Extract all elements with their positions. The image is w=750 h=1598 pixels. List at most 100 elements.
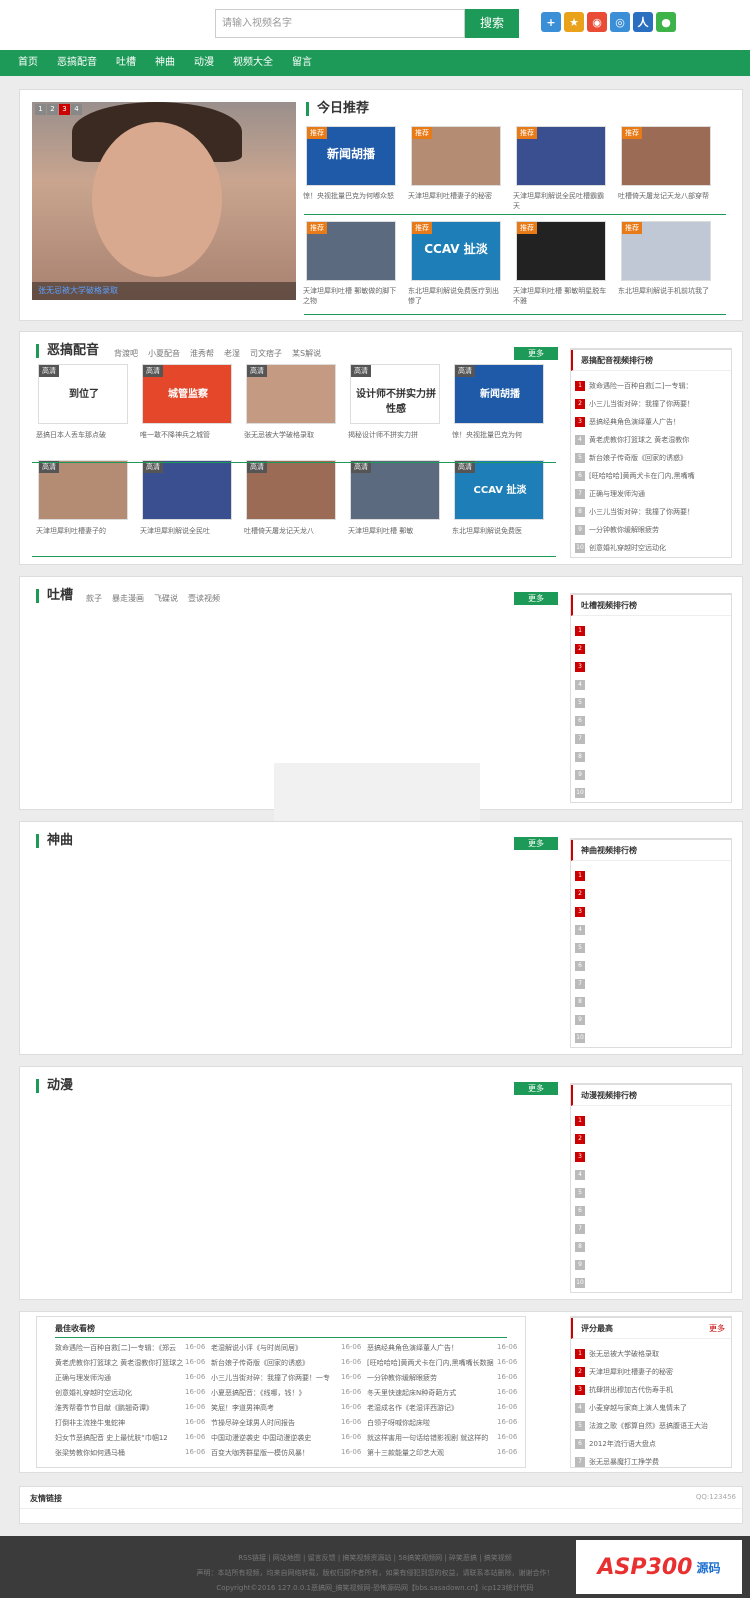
egao-more-button[interactable]: 更多: [514, 347, 558, 360]
rank-title[interactable]: 恶搞经典角色演绎董人广告！: [589, 417, 680, 427]
nav-item-dongman[interactable]: 动漫: [194, 50, 214, 76]
video-thumb[interactable]: 高清: [142, 460, 232, 520]
top-title[interactable]: 天津坦犀利吐槽妻子的秘密: [589, 1367, 673, 1377]
rank-title[interactable]: 致命遇险一百种自救[二]一专辑：: [589, 381, 692, 391]
rank-item[interactable]: 1: [575, 867, 727, 885]
rank-item[interactable]: 3: [575, 1148, 727, 1166]
video-title[interactable]: 天津坦犀利吐槽妻子的秘密: [408, 191, 504, 201]
top-title[interactable]: 法渡之歌《都算自然》恶搞腹语王大治: [589, 1421, 708, 1431]
tag-link[interactable]: 淮秀帮: [190, 348, 214, 359]
video-title[interactable]: 东北坦犀利解说免费医: [452, 526, 548, 536]
video-thumb[interactable]: 高清: [350, 460, 440, 520]
rank-item[interactable]: 8 小三儿当街对碎：我撞了你两要！: [575, 503, 727, 521]
tag-link[interactable]: 款子: [86, 593, 102, 604]
rank-item[interactable]: 9: [575, 766, 727, 784]
rank-item[interactable]: 7: [575, 730, 727, 748]
rank-item[interactable]: 1: [575, 1112, 727, 1130]
top-title[interactable]: 张无忌暴魔打工挣学费: [589, 1457, 659, 1467]
video-title[interactable]: 吐槽倚天屠龙记天龙八: [244, 526, 340, 536]
fav-item[interactable]: 小夏恶搞配音：《线哪，钱！》: [211, 1388, 339, 1398]
rank-item[interactable]: 7: [575, 975, 727, 993]
rank-item[interactable]: 6: [575, 712, 727, 730]
video-thumb[interactable]: 高清 城管监察: [142, 364, 232, 424]
rank-item[interactable]: 4: [575, 676, 727, 694]
search-button[interactable]: 搜索: [465, 9, 519, 38]
rank-item[interactable]: 6: [575, 1202, 727, 1220]
video-thumb[interactable]: 高清: [246, 460, 336, 520]
fav-item[interactable]: 致命遇险一百种自救[二]一专辑：《郑云: [55, 1343, 183, 1353]
rank-item[interactable]: 10: [575, 1274, 727, 1292]
video-title[interactable]: 唯一敢不降神兵之城管: [140, 430, 236, 440]
rank-item[interactable]: 10: [575, 784, 727, 802]
tag-link[interactable]: 小夏配音: [148, 348, 180, 359]
nav-item-all[interactable]: 视频大全: [233, 50, 273, 76]
rank-item[interactable]: 8: [575, 748, 727, 766]
video-thumb[interactable]: 高清 新闻胡播: [454, 364, 544, 424]
video-thumb[interactable]: 推荐 CCAV 扯淡: [411, 221, 501, 281]
tag-link[interactable]: 司文痞子: [250, 348, 282, 359]
banner-page[interactable]: 1: [35, 104, 46, 115]
fav-item[interactable]: 第十三款能量之印艺大观: [367, 1448, 495, 1458]
fav-item[interactable]: 笑屁！李道男神高考: [211, 1403, 339, 1413]
top-item[interactable]: 6 2012年流行语大盘点: [575, 1435, 727, 1453]
rank-item[interactable]: 4: [575, 1166, 727, 1184]
rank-item[interactable]: 6 [旺哈哈哈]黄两犬卡在门内,黑嘴嘴: [575, 467, 727, 485]
video-title[interactable]: 天津坦犀利解说全民吐: [140, 526, 236, 536]
fav-item[interactable]: 老湿成名作《老湿评西游记》: [367, 1403, 495, 1413]
video-thumb[interactable]: 高清 到位了: [38, 364, 128, 424]
video-title[interactable]: 天津坦犀利吐槽妻子的: [36, 526, 132, 536]
video-title[interactable]: 东北坦犀利解说免费医疗到出惨了: [408, 286, 504, 306]
nav-item-tucao[interactable]: 吐槽: [116, 50, 136, 76]
rank-item[interactable]: 10: [575, 1029, 727, 1047]
fav-item[interactable]: 正确与理发师沟通: [55, 1373, 183, 1383]
rank-item[interactable]: 5: [575, 694, 727, 712]
fav-item[interactable]: 新台娘子传奇版《回家的诱惑》: [211, 1358, 339, 1368]
video-title[interactable]: 天津坦犀利解说全民吐槽霸霸天: [513, 191, 609, 211]
fav-item[interactable]: 妇女节恶搞配音 史上最忧肤“巾帼12: [55, 1433, 183, 1443]
top-title[interactable]: 张无忌被大学破格录取: [589, 1349, 659, 1359]
rank-item[interactable]: 2 小三儿当街对碎：我撞了你两要！: [575, 395, 727, 413]
fav-item[interactable]: 百变大咖秀群星版一模仿风暴！: [211, 1448, 339, 1458]
top-title[interactable]: 2012年流行语大盘点: [589, 1439, 656, 1449]
share-qzone-icon[interactable]: ★: [564, 12, 584, 32]
rank-item[interactable]: 6: [575, 957, 727, 975]
video-title[interactable]: 天津坦犀利吐槽 郵敏明星脱车不雅: [513, 286, 609, 306]
rank-item[interactable]: 7 正确与理发师沟通: [575, 485, 727, 503]
video-thumb[interactable]: 推荐: [306, 221, 396, 281]
tag-link[interactable]: 老湿: [224, 348, 240, 359]
rank-title[interactable]: 小三儿当街对碎：我撞了你两要！: [589, 507, 694, 517]
rank-item[interactable]: 5: [575, 939, 727, 957]
rank-title[interactable]: [旺哈哈哈]黄两犬卡在门内,黑嘴嘴: [589, 471, 695, 481]
share-plus-icon[interactable]: +: [541, 12, 561, 32]
rank-title[interactable]: 新台娘子传奇版《回家的诱惑》: [589, 453, 687, 463]
fav-item[interactable]: 节操尽碎全球男人时间报告: [211, 1418, 339, 1428]
video-thumb[interactable]: 推荐: [621, 221, 711, 281]
rank-item[interactable]: 1 致命遇险一百种自救[二]一专辑：: [575, 377, 727, 395]
top-item[interactable]: 1 张无忌被大学破格录取: [575, 1345, 727, 1363]
video-thumb[interactable]: 高清 CCAV 扯淡: [454, 460, 544, 520]
fav-item[interactable]: [旺哈哈哈]黄两犬卡在门内,黑嘴嘴长数据: [367, 1358, 495, 1368]
fav-item[interactable]: 白领子呀喊你起床啦: [367, 1418, 495, 1428]
video-thumb[interactable]: 推荐: [516, 221, 606, 281]
fav-item[interactable]: 中国动漫逆袭史 中国动漫逆袭史: [211, 1433, 339, 1443]
video-thumb[interactable]: 推荐: [411, 126, 501, 186]
video-thumb[interactable]: 推荐 新闻胡播: [306, 126, 396, 186]
dongman-more-button[interactable]: 更多: [514, 1082, 558, 1095]
fav-item[interactable]: 老湿解说小评《与时尚同居》: [211, 1343, 339, 1353]
banner-page[interactable]: 3: [59, 104, 70, 115]
banner-slider[interactable]: 1 2 3 4 张无忌被大学破格录取: [32, 102, 296, 300]
tag-link[interactable]: 飞碟说: [154, 593, 178, 604]
rank-item[interactable]: 8: [575, 993, 727, 1011]
rank-item[interactable]: 10 创意婚礼穿越时空远动化: [575, 539, 727, 557]
rank-item[interactable]: 9: [575, 1011, 727, 1029]
video-title[interactable]: 天津坦犀利吐槽 郵敏: [348, 526, 444, 536]
rank-item[interactable]: 3: [575, 658, 727, 676]
nav-item-shenqu[interactable]: 神曲: [155, 50, 175, 76]
share-weibo-icon[interactable]: ◉: [587, 12, 607, 32]
rank-item[interactable]: 1: [575, 622, 727, 640]
rank-title[interactable]: 一分钟教你缓解眼疲劳: [589, 525, 659, 535]
video-title[interactable]: 张无忌被大学破格录取: [244, 430, 340, 440]
rank-title[interactable]: 正确与理发师沟通: [589, 489, 645, 499]
fav-item[interactable]: 一分钟教你缓解眼疲劳: [367, 1373, 495, 1383]
video-thumb[interactable]: 推荐: [621, 126, 711, 186]
